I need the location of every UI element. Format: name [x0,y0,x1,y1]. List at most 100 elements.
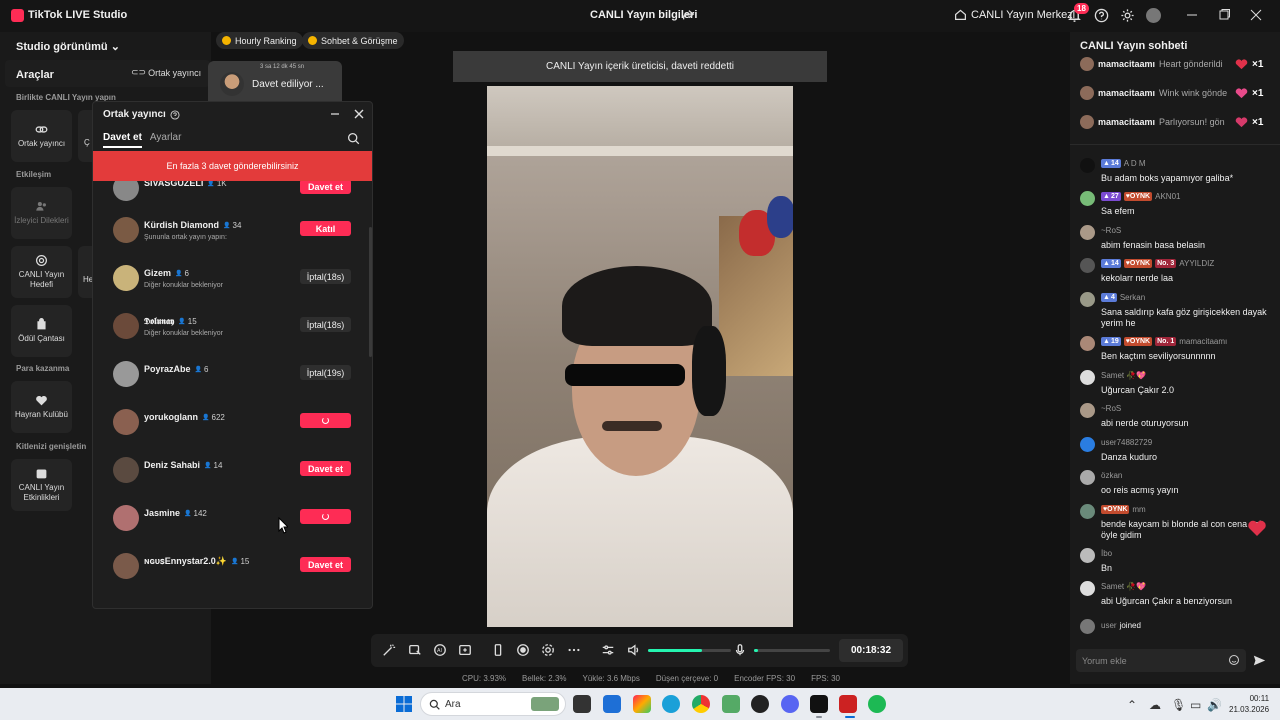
invite-button[interactable]: Davet et [300,461,351,476]
monitor-icon[interactable]: ▭ [1190,698,1202,712]
cohost-avatar[interactable] [113,313,139,339]
hourly-ranking-pill[interactable]: Hourly Ranking [216,32,303,49]
windows-start-icon[interactable] [396,696,412,712]
cohost-avatar[interactable] [113,505,139,531]
chat-avatar[interactable] [1080,292,1095,307]
chat-avatar[interactable] [1080,548,1095,563]
mic-slider[interactable] [754,649,830,652]
comment-input[interactable]: Yorum ekle [1076,649,1246,672]
chat-username[interactable]: özkan [1101,471,1122,480]
tab-settings[interactable]: Ayarlar [150,132,182,148]
close-icon[interactable] [1249,8,1263,22]
record-icon[interactable] [516,643,530,657]
tool-fan-club[interactable]: Hayran Kulübü [11,381,72,433]
portrait-icon[interactable] [491,643,505,657]
mic-tray-icon[interactable]: 🎙 [1171,698,1186,712]
invite-button[interactable]: Davet et [300,557,351,572]
chat-avatar[interactable] [1080,336,1095,351]
taskbar-clock[interactable]: 00:11 21.03.2026 [1229,693,1269,715]
volume-slider[interactable] [648,649,731,652]
copilot-icon[interactable] [633,695,651,713]
gift-sender[interactable]: mamacitaamı [1098,88,1155,98]
profile-avatar[interactable] [1146,8,1161,23]
chat-username[interactable]: Samet 🥀💖 [1101,371,1146,380]
chat-call-pill[interactable]: Sohbet & Görüşme [302,32,404,49]
spotify-icon[interactable] [868,695,886,713]
send-icon[interactable] [1253,654,1266,667]
capture-icon[interactable] [541,643,555,657]
search-icon[interactable] [347,132,360,145]
chat-username[interactable]: İbo [1101,549,1112,558]
chat-avatar[interactable] [1080,403,1095,418]
live-center-link[interactable]: CANLI Yayın Merkezi [954,8,1075,21]
chat-username[interactable]: mm [1132,505,1145,514]
cohost-avatar[interactable] [113,361,139,387]
ai-icon[interactable]: AI [433,643,447,657]
cancel-invite-button[interactable]: İptal(18s) [300,317,351,332]
close-panel-icon[interactable] [353,108,365,120]
cancel-invite-button[interactable]: İptal(18s) [300,269,351,284]
chat-username[interactable]: user74882729 [1101,438,1152,447]
tool-cohost[interactable]: Ortak yayıncı [11,110,72,162]
filter-icon[interactable] [408,643,422,657]
tool-live-goal[interactable]: CANLI Yayın Hedefi [11,246,72,298]
chrome-icon[interactable] [692,695,710,713]
cohost-avatar[interactable] [113,217,139,243]
tiktok-taskbar-icon[interactable] [810,695,828,713]
chat-username[interactable]: mamacitaamı [1179,337,1227,346]
scrollbar[interactable] [369,227,372,357]
inviting-spinner-button[interactable] [300,509,351,524]
speaker-icon[interactable] [627,643,641,657]
add-source-icon[interactable] [458,643,472,657]
vpn-icon[interactable] [722,695,740,713]
chat-avatar[interactable] [1080,225,1095,240]
mixer-icon[interactable] [601,643,615,657]
microphone-icon[interactable] [733,643,747,657]
chat-avatar[interactable] [1080,437,1095,452]
chat-username[interactable]: Samet 🥀💖 [1101,582,1146,591]
emoji-icon[interactable] [1228,654,1240,666]
chat-avatar[interactable] [1080,158,1095,173]
chat-avatar[interactable] [1080,470,1095,485]
chat-username[interactable]: AKN01 [1155,192,1180,201]
discord-icon[interactable] [781,695,799,713]
gift-sender[interactable]: mamacitaamı [1098,59,1155,69]
chat-username[interactable]: AYYILDIZ [1179,259,1214,268]
taskview-icon[interactable] [573,695,591,713]
chat-avatar[interactable] [1080,504,1095,519]
share-icon[interactable] [681,8,695,22]
invite-button[interactable]: Davet et [300,179,351,194]
tiktok-studio-taskbar-icon[interactable] [839,695,857,713]
app-dark-icon[interactable] [751,695,769,713]
cohost-avatar[interactable] [113,409,139,435]
minimize-panel-icon[interactable] [329,108,341,120]
chat-avatar[interactable] [1080,191,1095,206]
invite-button[interactable]: Katıl [300,221,351,236]
cohost-avatar[interactable] [113,553,139,579]
gift-avatar[interactable] [1080,115,1094,129]
edge-icon[interactable] [662,695,680,713]
maximize-icon[interactable] [1217,8,1231,22]
more-icon[interactable] [567,643,581,657]
chat-username[interactable]: Serkan [1120,293,1145,302]
chat-avatar[interactable] [1080,258,1095,273]
tool-viewer-requests[interactable]: İzleyici Dilekleri [11,187,72,239]
minimize-icon[interactable] [1185,8,1199,22]
chat-avatar[interactable] [1080,581,1095,596]
chat-username[interactable]: ~RoS [1101,226,1121,235]
studio-view-dropdown[interactable]: Studio görünümü ⌄ [16,40,120,53]
tab-invite[interactable]: Davet et [103,132,142,148]
taskbar-search[interactable]: Ara [420,692,566,716]
tool-live-events[interactable]: CANLI Yayın Etkinlikleri [11,459,72,511]
volume-tray-icon[interactable]: 🔊 [1207,698,1222,712]
gift-avatar[interactable] [1080,86,1094,100]
gift-sender[interactable]: mamacitaamı [1098,117,1155,127]
chat-username[interactable]: A D M [1124,159,1146,168]
help-icon[interactable] [1094,8,1109,23]
inviting-spinner-button[interactable] [300,413,351,428]
cancel-invite-button[interactable]: İptal(19s) [300,365,351,380]
chat-avatar[interactable] [1080,370,1095,385]
info-icon[interactable] [170,109,180,120]
settings-icon[interactable] [1120,8,1135,23]
tool-reward-bag[interactable]: Ödül Çantası [11,305,72,357]
